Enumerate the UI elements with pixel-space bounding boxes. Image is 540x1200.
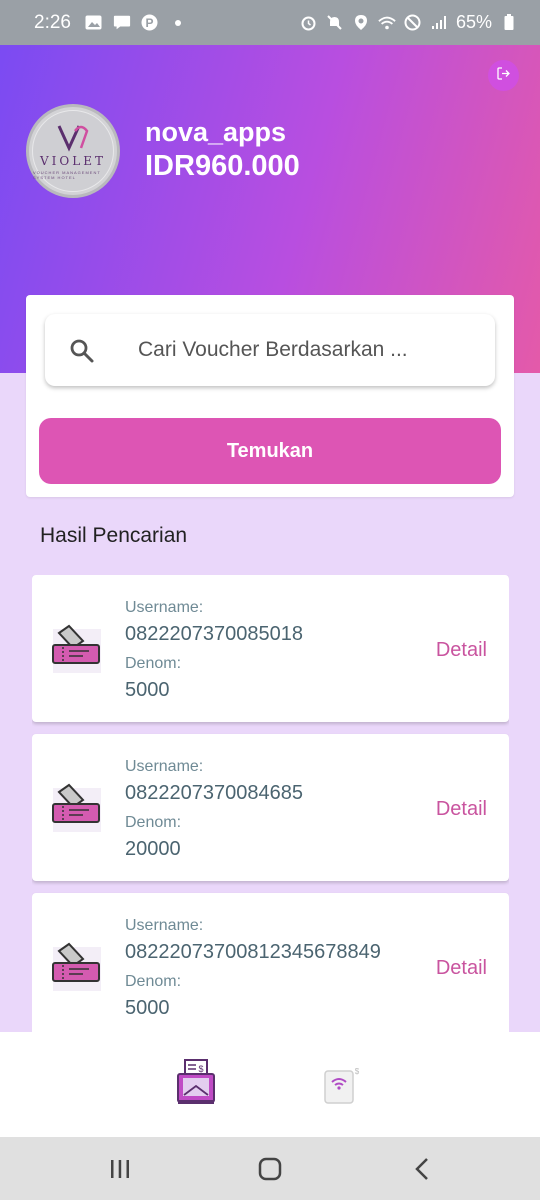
wifi-icon: [378, 15, 396, 31]
username-label: Username:: [125, 917, 204, 934]
search-card: Temukan: [26, 295, 514, 497]
username-label: Username:: [125, 758, 204, 775]
detail-link[interactable]: Detail: [436, 639, 487, 662]
result-card[interactable]: Username: 08222073700812345678849 Denom:…: [32, 893, 509, 1032]
back-icon[interactable]: [408, 1155, 436, 1183]
status-bar: 2:26 P 65%: [0, 0, 540, 45]
signal-icon: [430, 15, 448, 31]
recent-apps-icon[interactable]: [106, 1155, 134, 1183]
system-nav: [0, 1137, 540, 1200]
username-value: 0822207370084685: [125, 782, 303, 804]
find-button[interactable]: Temukan: [39, 418, 501, 484]
voucher-ticket-icon: [51, 623, 101, 673]
battery-percent: 65%: [455, 12, 492, 32]
search-icon: [69, 338, 95, 364]
dot-icon: [169, 15, 187, 31]
username: nova_apps: [145, 117, 287, 147]
denom-label: Denom:: [125, 814, 182, 831]
image-icon: [85, 15, 103, 31]
voucher-mailbox-icon[interactable]: $: [176, 1058, 216, 1106]
voucher-ticket-icon: [51, 782, 101, 832]
battery-icon: [500, 14, 518, 31]
denom-value: 5000: [125, 997, 170, 1019]
wifi-device-icon[interactable]: $: [322, 1065, 362, 1105]
results-list[interactable]: Username: 0822207370085018 Denom: 5000 D…: [32, 575, 509, 1032]
logo-text: VIOLET: [40, 153, 106, 168]
search-input[interactable]: [138, 332, 478, 368]
violet-logo-icon: [57, 124, 89, 152]
message-icon: [113, 15, 131, 31]
username-value: 08222073700812345678849: [125, 941, 381, 963]
status-time: 2:26: [34, 11, 71, 33]
no-disturb-icon: [404, 14, 422, 31]
result-card[interactable]: Username: 0822207370085018 Denom: 5000 D…: [32, 575, 509, 722]
mute-icon: [326, 15, 344, 31]
logout-button[interactable]: [488, 60, 519, 91]
violet-logo: VIOLET VOUCHER MANAGEMENT SYSTEM HOTEL: [32, 110, 114, 192]
username-value: 0822207370085018: [125, 623, 303, 645]
location-icon: [352, 15, 370, 31]
svg-text:$: $: [355, 1067, 360, 1076]
bottom-nav: $ $: [0, 1032, 540, 1137]
balance: IDR960.000: [145, 150, 300, 182]
logout-icon: [497, 66, 510, 85]
search-box[interactable]: [45, 314, 495, 386]
denom-label: Denom:: [125, 973, 182, 990]
voucher-ticket-icon: [51, 941, 101, 991]
logo-subtext: VOUCHER MANAGEMENT SYSTEM HOTEL: [33, 169, 101, 180]
detail-link[interactable]: Detail: [436, 798, 487, 821]
denom-value: 5000: [125, 679, 170, 701]
result-card[interactable]: Username: 0822207370084685 Denom: 20000 …: [32, 734, 509, 881]
pinterest-icon: P: [141, 14, 159, 31]
svg-text:$: $: [198, 1064, 203, 1074]
username-label: Username:: [125, 599, 204, 616]
home-icon[interactable]: [256, 1155, 284, 1183]
detail-link[interactable]: Detail: [436, 957, 487, 980]
avatar: VIOLET VOUCHER MANAGEMENT SYSTEM HOTEL: [26, 104, 120, 198]
svg-text:P: P: [146, 16, 154, 30]
results-title: Hasil Pencarian: [40, 524, 188, 547]
denom-value: 20000: [125, 838, 181, 860]
alarm-icon: [300, 15, 318, 31]
denom-label: Denom:: [125, 655, 182, 672]
